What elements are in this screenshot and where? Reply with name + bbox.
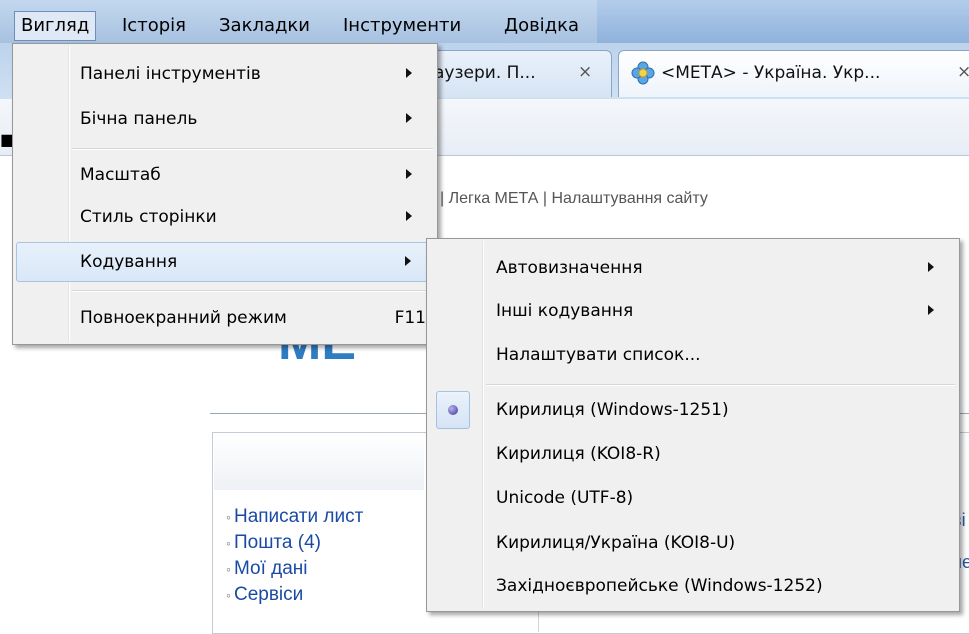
shortcut-label: F11 [394, 308, 426, 328]
chevron-right-icon [928, 262, 934, 272]
radio-checked [436, 391, 470, 429]
menu-item-label: Повноекранний режим [80, 308, 287, 328]
menu-bookmarks[interactable]: Закладки [213, 12, 316, 40]
menu-bar: Вигляд Історія Закладки Інструменти Дові… [0, 0, 969, 43]
chevron-right-icon [406, 169, 412, 179]
menu-item-label: Налаштувати список... [496, 345, 701, 365]
tab-title: аузери. П... [434, 63, 536, 83]
menu-item-label: Західноєвропейське (Windows-1252) [496, 576, 823, 596]
chevron-right-icon [928, 305, 934, 315]
mail-panel-header [214, 434, 424, 490]
menu-item-utf-8[interactable]: Unicode (UTF-8) [430, 478, 956, 518]
site-top-links[interactable]: | Легка МЕТА | Налаштування сайту [440, 190, 708, 208]
menu-item-koi8-r[interactable]: Кирилиця (KOI8-R) [430, 434, 956, 474]
tab-title: <МЕТА> - Україна. Укр... [661, 63, 881, 83]
menu-item-label: Інші кодування [496, 301, 634, 321]
menu-item-sidebar[interactable]: Бічна панель [16, 99, 434, 139]
link-services[interactable]: ◦ Сервіси [226, 582, 363, 608]
menu-tools[interactable]: Інструменти [337, 12, 467, 40]
menu-separator [486, 384, 955, 386]
menu-item-label: Кирилиця/Україна (KOI8-U) [496, 533, 736, 553]
chevron-right-icon [406, 68, 412, 78]
link-write-letter[interactable]: ◦ Написати лист [226, 504, 363, 530]
menu-item-encoding[interactable]: Кодування [16, 242, 434, 282]
mail-links: ◦ Написати лист ◦ Пошта (4) ◦ Мої дані ◦ Сер… [226, 504, 363, 608]
menu-item-label: Автовизначення [496, 258, 643, 278]
menu-item-label: Кодування [80, 252, 178, 272]
chevron-right-icon [406, 211, 412, 221]
chevron-right-icon [406, 113, 412, 123]
menu-separator [72, 290, 433, 292]
flower-icon [631, 61, 655, 85]
menu-help[interactable]: Довідка [498, 12, 585, 40]
close-icon[interactable]: × [578, 62, 592, 82]
menu-item-fullscreen[interactable]: Повноекранний режим F11 [16, 298, 434, 338]
menu-item-label: Unicode (UTF-8) [496, 488, 634, 508]
menu-item-label: Бічна панель [80, 109, 198, 129]
menu-item-customize-list[interactable]: Налаштувати список... [430, 335, 956, 375]
encoding-submenu: Автовизначення Інші кодування Налаштуват… [426, 238, 960, 612]
view-menu-dropdown: Панелі інструментів Бічна панель Масштаб… [12, 43, 438, 345]
close-icon[interactable]: × [957, 62, 969, 82]
menu-item-label: Кирилиця (KOI8-R) [496, 444, 661, 464]
menu-history[interactable]: Історія [116, 12, 192, 40]
link-mail[interactable]: ◦ Пошта (4) [226, 530, 363, 556]
menu-item-windows-1252[interactable]: Західноєвропейське (Windows-1252) [430, 566, 956, 606]
title-bar-fill [597, 0, 969, 43]
menu-item-page-style[interactable]: Стиль сторінки [16, 197, 434, 237]
menu-item-label: Кирилиця (Windows-1251) [496, 400, 729, 420]
menu-item-zoom[interactable]: Масштаб [16, 155, 434, 195]
menu-item-koi8-u[interactable]: Кирилиця/Україна (KOI8-U) [430, 523, 956, 563]
radio-dot-icon [448, 405, 458, 415]
menu-item-toolbars[interactable]: Панелі інструментів [16, 54, 434, 94]
menu-item-label: Панелі інструментів [80, 64, 261, 84]
menu-item-label: Стиль сторінки [80, 207, 217, 227]
menu-item-windows-1251[interactable]: Кирилиця (Windows-1251) [430, 390, 956, 430]
tab-meta[interactable]: <МЕТА> - Україна. Укр... × [618, 50, 969, 97]
menu-item-autodetect[interactable]: Автовизначення [430, 248, 956, 288]
menu-view[interactable]: Вигляд [14, 11, 97, 41]
link-my-data[interactable]: ◦ Мої дані [226, 556, 363, 582]
chevron-right-icon [405, 256, 411, 266]
menu-separator [72, 148, 433, 150]
menu-item-other-encodings[interactable]: Інші кодування [430, 291, 956, 331]
menu-item-label: Масштаб [80, 165, 161, 185]
